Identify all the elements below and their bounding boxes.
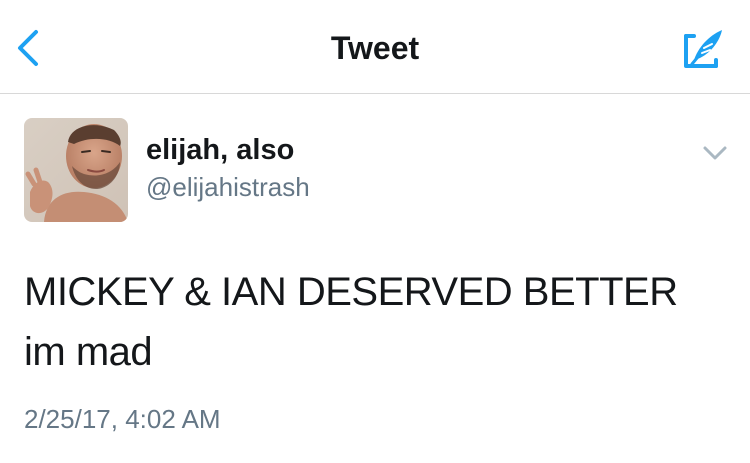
tweet-timestamp[interactable]: 2/25/17, 4:02 AM	[24, 404, 221, 435]
profile-photo	[24, 118, 128, 222]
back-button[interactable]	[10, 26, 50, 70]
chevron-left-icon	[18, 30, 38, 66]
user-handle[interactable]: @elijahistrash	[146, 172, 310, 203]
display-name[interactable]: elijah, also	[146, 134, 294, 167]
compose-quill-icon	[684, 30, 722, 68]
tweet-detail-screen: Tweet elijah, also @elijahistrash MICKEY…	[0, 0, 750, 463]
tweet-text: MICKEY & IAN DESERVED BETTER im mad	[24, 270, 678, 374]
tweet-options-button[interactable]	[700, 140, 730, 166]
compose-tweet-button[interactable]	[680, 26, 728, 74]
chevron-down-icon	[703, 146, 727, 160]
navigation-bar: Tweet	[0, 0, 750, 94]
avatar[interactable]	[24, 118, 128, 222]
page-title: Tweet	[330, 30, 420, 66]
